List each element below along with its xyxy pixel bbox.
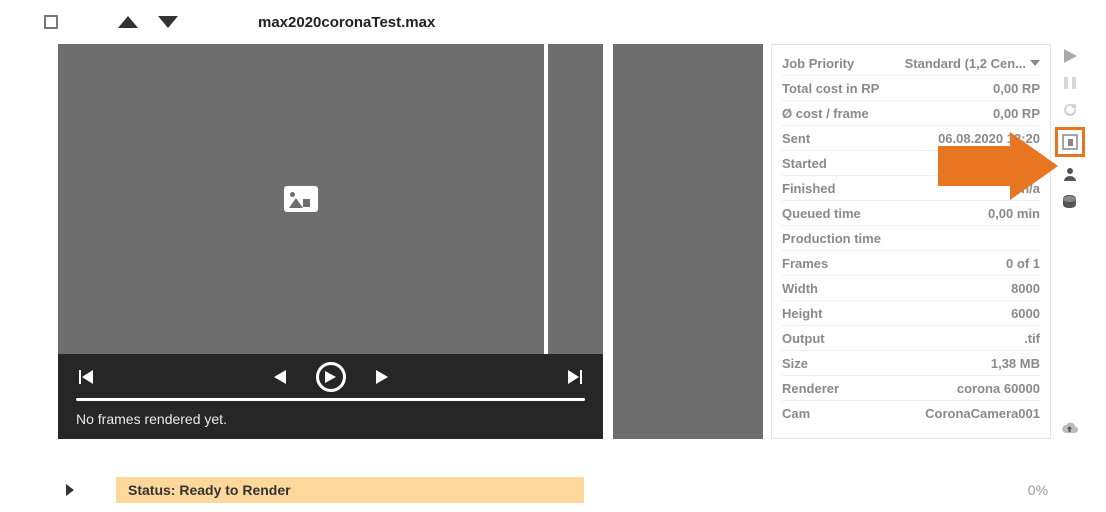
- info-value: 1,38 MB: [991, 356, 1040, 371]
- play-button[interactable]: [316, 362, 346, 392]
- cloud-upload-button[interactable]: [1060, 419, 1080, 439]
- info-label: Size: [782, 356, 808, 371]
- info-value: 0,00 RP: [993, 81, 1040, 96]
- info-label: Finished: [782, 181, 835, 196]
- pause-render-button[interactable]: [1060, 73, 1080, 93]
- info-label: Output: [782, 331, 825, 346]
- frame-controls: No frames rendered yet.: [58, 354, 603, 439]
- job-filename: max2020coronaTest.max: [258, 14, 435, 31]
- info-label: Renderer: [782, 381, 839, 396]
- image-placeholder-icon: [284, 186, 318, 212]
- preview-status-text: No frames rendered yet.: [76, 411, 585, 427]
- info-value: 0,00 RP: [993, 106, 1040, 121]
- info-row-size: Size 1,38 MB: [782, 351, 1040, 376]
- info-row-cam: Cam CoronaCamera001: [782, 401, 1040, 426]
- main-area: No frames rendered yet. Job Priority Stan…: [0, 44, 1106, 439]
- move-up-icon[interactable]: [118, 16, 138, 28]
- first-frame-button[interactable]: [76, 367, 96, 387]
- info-label: Frames: [782, 256, 828, 271]
- info-label: Width: [782, 281, 818, 296]
- info-label: Ø cost / frame: [782, 106, 869, 121]
- status-label: Status: Ready to Render: [116, 477, 584, 503]
- right-toolbar: [1057, 44, 1082, 439]
- header-row: max2020coronaTest.max: [0, 0, 1106, 44]
- info-value: .tif: [1024, 331, 1040, 346]
- frame-timeline[interactable]: [76, 398, 585, 401]
- info-row--cost-frame: Ø cost / frame 0,00 RP: [782, 101, 1040, 126]
- preview-main-image: [58, 44, 544, 354]
- status-percent: 0%: [1028, 482, 1054, 498]
- user-settings-button[interactable]: [1060, 164, 1080, 184]
- callout-arrow: [938, 132, 1058, 205]
- info-value: CoronaCamera001: [925, 406, 1040, 421]
- info-row-width: Width 8000: [782, 276, 1040, 301]
- preview-panel: No frames rendered yet.: [58, 44, 603, 439]
- info-value: corona 60000: [957, 381, 1040, 396]
- info-value: 0,00 min: [988, 206, 1040, 221]
- thumbnail-strip: [613, 44, 763, 439]
- info-label: Queued time: [782, 206, 861, 221]
- start-render-button[interactable]: [1060, 46, 1080, 66]
- info-row-frames: Frames 0 of 1: [782, 251, 1040, 276]
- info-value: 0 of 1: [1006, 256, 1040, 271]
- info-label: Cam: [782, 406, 810, 421]
- info-row-output: Output .tif: [782, 326, 1040, 351]
- expand-status-button[interactable]: [58, 483, 82, 497]
- last-frame-button[interactable]: [565, 367, 585, 387]
- prev-frame-button[interactable]: [270, 367, 290, 387]
- next-frame-button[interactable]: [372, 367, 392, 387]
- info-row-total-cost-in-rp: Total cost in RP 0,00 RP: [782, 76, 1040, 101]
- info-label: Production time: [782, 231, 881, 246]
- info-row-job-priority: Job Priority Standard (1,2 Cen...: [782, 51, 1040, 76]
- rerender-button[interactable]: [1060, 100, 1080, 120]
- status-bar: Status: Ready to Render 0%: [58, 477, 1054, 503]
- info-label: Sent: [782, 131, 810, 146]
- info-label: Started: [782, 156, 827, 171]
- info-value: 6000: [1011, 306, 1040, 321]
- info-row-renderer: Renderer corona 60000: [782, 376, 1040, 401]
- select-job-checkbox[interactable]: [44, 15, 58, 29]
- info-value: 8000: [1011, 281, 1040, 296]
- render-preview: [58, 44, 603, 354]
- info-row-production-time: Production time: [782, 226, 1040, 251]
- job-info-panel: Job Priority Standard (1,2 Cen... Total c…: [771, 44, 1051, 439]
- info-label: Total cost in RP: [782, 81, 879, 96]
- info-label: Job Priority: [782, 56, 854, 71]
- info-label: Height: [782, 306, 822, 321]
- info-row-height: Height 6000: [782, 301, 1040, 326]
- move-down-icon[interactable]: [158, 16, 178, 28]
- preview-side-strip: [548, 44, 603, 354]
- chevron-down-icon: [1030, 60, 1040, 66]
- disk-button[interactable]: [1060, 191, 1080, 211]
- info-value[interactable]: Standard (1,2 Cen...: [905, 56, 1040, 71]
- change-job-settings-button[interactable]: [1055, 127, 1085, 157]
